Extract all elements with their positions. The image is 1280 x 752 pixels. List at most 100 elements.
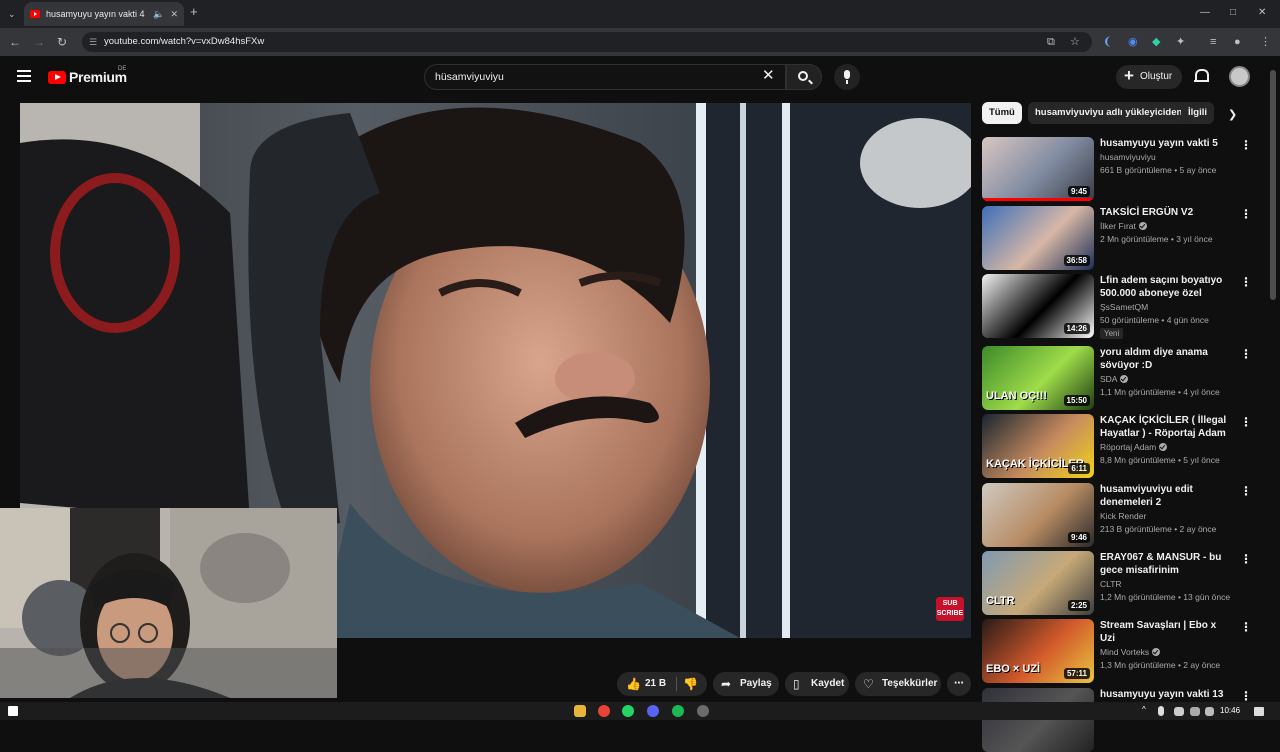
video-thumbnail[interactable]: 9:45 (982, 137, 1094, 201)
tray-chevron-icon[interactable]: ^ (1142, 705, 1150, 717)
more-options-icon[interactable]: ⋮ (1240, 553, 1252, 565)
install-app-icon[interactable]: ⧉ (1047, 34, 1055, 50)
channel-name[interactable]: SDA (1100, 374, 1129, 384)
forward-icon[interactable]: → (33, 35, 45, 49)
display-tray-icon[interactable] (1190, 707, 1200, 716)
thanks-button[interactable]: ♡ Teşekkürler (855, 672, 941, 696)
discord-icon[interactable] (647, 705, 659, 717)
share-button[interactable]: ➦ Paylaş (713, 672, 779, 696)
page-scrollbar[interactable] (1268, 56, 1280, 704)
chevron-right-icon[interactable]: ❯ (1228, 108, 1237, 121)
more-options-icon[interactable]: ⋮ (1240, 690, 1252, 702)
more-options-icon[interactable]: ⋮ (1240, 208, 1252, 220)
file-explorer-icon[interactable] (574, 705, 586, 717)
whatsapp-icon[interactable] (622, 705, 634, 717)
profile-icon[interactable]: ● (1234, 34, 1241, 50)
recommendation-card[interactable]: EBO × UZİ 57:11 Stream Savaşları | Ebo x U… (982, 619, 1252, 683)
recommendation-card[interactable]: 14:26 Lfin adem saçını boyatıyo 500.000 a… (982, 274, 1252, 339)
more-options-icon[interactable]: ⋮ (1240, 621, 1252, 633)
video-title[interactable]: yoru aldım diye anama sövüyor :D (1100, 346, 1228, 372)
channel-name[interactable]: Mind Vorteks (1100, 647, 1161, 657)
recommendation-card[interactable]: husamyuyu yayın vakti 13 ⋮ (982, 688, 1252, 752)
video-title[interactable]: KAÇAK İÇKİCİLER ( İllegal Hayatlar ) - R… (1100, 414, 1228, 440)
channel-name[interactable]: Kick Render (1100, 511, 1146, 521)
video-title[interactable]: husamviyuviyu edit denemeleri 2 (1100, 483, 1228, 509)
video-thumbnail[interactable]: KAÇAK İÇKİCİLER 6:11 (982, 414, 1094, 478)
recommendation-card[interactable]: 9:45 husamyuyu yayın vakti 5 husamviyuviyu… (982, 137, 1252, 201)
extension-blue-icon[interactable]: ◉ (1128, 34, 1138, 50)
tab-close-icon[interactable]: ✕ (170, 9, 178, 20)
obs-icon[interactable] (697, 705, 709, 717)
network-tray-icon[interactable] (1174, 707, 1184, 716)
video-thumbnail[interactable]: ULAN OÇ!!! 15:50 (982, 346, 1094, 410)
reload-icon[interactable]: ↻ (57, 35, 67, 49)
recommendation-card[interactable]: 36:58 TAKSİCİ ERGÜN V2 İlker Fırat 2 Mn gör… (982, 206, 1252, 270)
taskbar-clock[interactable]: 10:46 (1220, 706, 1240, 715)
recommendation-card[interactable]: ULAN OÇ!!! 15:50 yoru aldım diye anama söv… (982, 346, 1252, 410)
clear-search-icon[interactable]: ✕ (762, 67, 775, 85)
browser-tab[interactable]: husamyuyu yayın vakti 4 - Y 🔈 ✕ (24, 2, 184, 26)
volume-tray-icon[interactable] (1205, 707, 1214, 716)
search-input[interactable]: hüsamviyuviyu (424, 64, 786, 90)
speaker-icon[interactable]: 🔈 (153, 9, 164, 20)
more-options-icon[interactable]: ⋮ (1240, 416, 1252, 428)
video-thumbnail[interactable]: CLTR 2:25 (982, 551, 1094, 615)
window-close-icon[interactable]: ✕ (1258, 6, 1266, 20)
chip-all[interactable]: Tümü (982, 102, 1022, 124)
extensions-puzzle-icon[interactable]: ✦ (1176, 34, 1185, 50)
channel-name[interactable]: Röportaj Adam (1100, 442, 1168, 452)
channel-name[interactable]: husamviyuviyu (1100, 152, 1156, 162)
chrome-icon[interactable] (598, 705, 610, 717)
recommendation-card[interactable]: 9:46 husamviyuviyu edit denemeleri 2 Kick … (982, 483, 1252, 547)
more-options-icon[interactable]: ⋮ (1240, 348, 1252, 360)
chip-related[interactable]: İlgili (1181, 102, 1214, 124)
video-thumbnail[interactable]: EBO × UZİ 57:11 (982, 619, 1094, 683)
video-thumbnail[interactable]: 14:26 (982, 274, 1094, 338)
hamburger-menu-icon[interactable] (17, 70, 31, 82)
video-title[interactable]: Stream Savaşları | Ebo x Uzi (1100, 619, 1228, 645)
create-button[interactable]: Oluştur (1116, 64, 1182, 89)
extension-audio-icon[interactable]: ❨ (1103, 34, 1112, 50)
voice-search-mic-icon[interactable] (834, 64, 860, 90)
more-actions-icon[interactable]: ⋯ (947, 672, 971, 696)
channel-name[interactable]: CLTR (1100, 579, 1122, 589)
video-title[interactable]: TAKSİCİ ERGÜN V2 (1100, 206, 1228, 219)
notifications-tray-icon[interactable] (1254, 707, 1264, 716)
recommendation-card[interactable]: KAÇAK İÇKİCİLER 6:11 KAÇAK İÇKİCİLER ( İll… (982, 414, 1252, 478)
mic-tray-icon[interactable] (1158, 706, 1164, 716)
video-title[interactable]: Lfin adem saçını boyatıyo 500.000 aboney… (1100, 274, 1228, 300)
back-icon[interactable]: ← (9, 35, 21, 49)
video-title[interactable]: ERAY067 & MANSUR - bu gece misafirinim (1100, 551, 1228, 577)
video-thumbnail[interactable]: 36:58 (982, 206, 1094, 270)
new-tab-icon[interactable]: + (190, 5, 198, 19)
subscribe-badge[interactable]: SUB SCRIBE (936, 597, 964, 621)
spotify-icon[interactable] (672, 705, 684, 717)
search-button[interactable] (786, 64, 822, 90)
like-icon[interactable]: 👍 (626, 672, 641, 696)
channel-name[interactable]: ŞsSametQM (1100, 302, 1148, 312)
url-field[interactable]: youtube.com/watch?v=vxDw84hsFXw (82, 32, 1092, 52)
extension-shield-icon[interactable]: ◆ (1152, 34, 1160, 50)
recommendation-card[interactable]: CLTR 2:25 ERAY067 & MANSUR - bu gece misaf… (982, 551, 1252, 615)
notifications-bell-icon[interactable] (1194, 68, 1209, 84)
more-options-icon[interactable]: ⋮ (1240, 485, 1252, 497)
dislike-icon[interactable]: 👎 (683, 672, 698, 696)
tab-search-icon[interactable]: ⌄ (8, 7, 16, 21)
more-options-icon[interactable]: ⋮ (1240, 276, 1252, 288)
browser-menu-icon[interactable]: ⋮ (1260, 34, 1271, 50)
windows-start-icon[interactable] (8, 706, 18, 716)
channel-name[interactable]: İlker Fırat (1100, 221, 1147, 231)
chip-from-uploader[interactable]: husamviyuviyu adlı yükleyiciden (1028, 102, 1190, 124)
maximize-icon[interactable]: □ (1230, 6, 1236, 20)
save-button[interactable]: ▯ Kaydet (785, 672, 849, 696)
avatar[interactable] (1229, 66, 1250, 87)
like-count[interactable]: 21 B (645, 672, 666, 696)
video-title[interactable]: husamyuyu yayın vakti 5 (1100, 137, 1228, 150)
youtube-premium-logo[interactable]: Premium DE (48, 66, 127, 85)
more-options-icon[interactable]: ⋮ (1240, 139, 1252, 151)
video-thumbnail[interactable] (982, 688, 1094, 752)
media-control-icon[interactable]: ≡ (1210, 34, 1216, 50)
video-thumbnail[interactable]: 9:46 (982, 483, 1094, 547)
minimize-icon[interactable]: — (1200, 6, 1210, 20)
scrollbar-thumb[interactable] (1270, 70, 1276, 300)
